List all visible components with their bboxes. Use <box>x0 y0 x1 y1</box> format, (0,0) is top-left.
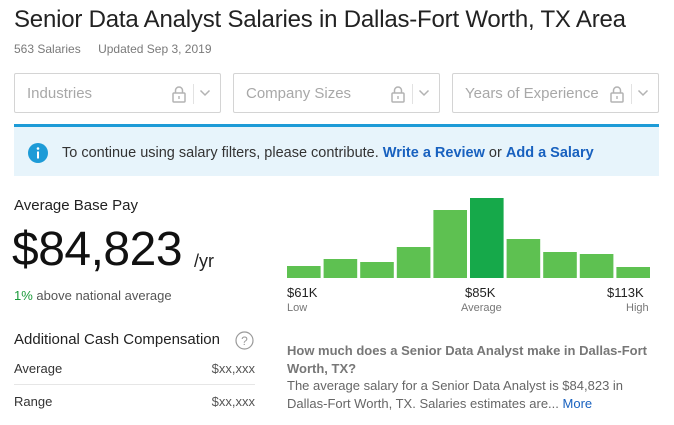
filter-divider <box>412 84 413 104</box>
average-base-pay-label: Average Base Pay <box>14 197 138 214</box>
updated-date: Updated Sep 3, 2019 <box>98 42 212 56</box>
tick-label-high: $113K <box>607 285 644 300</box>
filter-divider <box>193 84 194 104</box>
average-base-pay-value: $84,823 <box>12 223 183 276</box>
svg-text:?: ? <box>241 334 248 348</box>
filter-label: Industries <box>27 85 93 102</box>
histogram-bar <box>323 259 358 278</box>
tick-sub-average: Average <box>461 302 502 314</box>
histogram-bar <box>506 239 541 278</box>
additional-cash-title: Additional Cash Compensation <box>14 331 220 348</box>
tick-label-average: $85K <box>465 285 496 300</box>
histogram-bar <box>579 254 614 278</box>
filter-divider <box>631 84 632 104</box>
salary-distribution-chart <box>287 198 650 278</box>
filter-bar: Industries Company Sizes Years of Experi… <box>14 73 659 113</box>
salary-count: 563 Salaries <box>14 42 81 56</box>
page-meta: 563 Salaries Updated Sep 3, 2019 <box>14 42 212 56</box>
pay-unit: /yr <box>194 251 214 271</box>
histogram-bar <box>396 247 431 278</box>
add-salary-link[interactable]: Add a Salary <box>506 145 594 161</box>
contribute-banner: To continue using salary filters, please… <box>14 124 659 176</box>
write-review-link[interactable]: Write a Review <box>383 145 485 161</box>
lock-icon <box>391 86 405 103</box>
faq-question: How much does a Senior Data Analyst make… <box>287 343 648 376</box>
tick-sub-low: Low <box>287 302 308 314</box>
lock-icon <box>610 86 624 103</box>
tick-sub-high: High <box>626 302 649 314</box>
histogram-bar <box>543 252 577 278</box>
faq-answer: The average salary for a Senior Data Ana… <box>287 377 659 413</box>
histogram-bar <box>360 262 394 278</box>
chevron-down-icon <box>418 89 430 97</box>
info-icon <box>28 143 48 163</box>
histogram-bar-average <box>470 198 504 278</box>
histogram-bar <box>616 267 650 278</box>
chevron-down-icon <box>637 89 649 97</box>
cash-row-value: $xx,xxx <box>211 394 255 409</box>
more-link[interactable]: More <box>563 396 593 411</box>
comparison-percent: 1% <box>14 288 33 303</box>
cash-row-label: Range <box>14 394 53 409</box>
cash-row-label: Average <box>14 361 63 376</box>
banner-message: To continue using salary filters, please… <box>62 145 379 161</box>
tick-label-low: $61K <box>287 285 318 300</box>
cash-row-range: Range $xx,xxx <box>14 386 255 418</box>
industries-filter[interactable]: Industries <box>14 73 221 113</box>
cash-row-value: $xx,xxx <box>211 361 255 376</box>
filter-label: Years of Experience <box>465 85 599 102</box>
chevron-down-icon <box>199 89 211 97</box>
banner-or: or <box>488 145 502 161</box>
cash-row-average: Average $xx,xxx <box>14 353 255 385</box>
lock-icon <box>172 86 186 103</box>
histogram-bar <box>433 210 467 278</box>
banner-text: To continue using salary filters, please… <box>62 145 594 161</box>
histogram-bar <box>287 266 321 278</box>
page-title: Senior Data Analyst Salaries in Dallas-F… <box>14 6 626 33</box>
national-comparison: 1% above national average <box>14 288 172 303</box>
comparison-text: above national average <box>36 288 172 303</box>
help-icon[interactable]: ? <box>235 331 254 350</box>
company-sizes-filter[interactable]: Company Sizes <box>233 73 440 113</box>
filter-label: Company Sizes <box>246 85 352 102</box>
years-of-experience-filter[interactable]: Years of Experience <box>452 73 659 113</box>
